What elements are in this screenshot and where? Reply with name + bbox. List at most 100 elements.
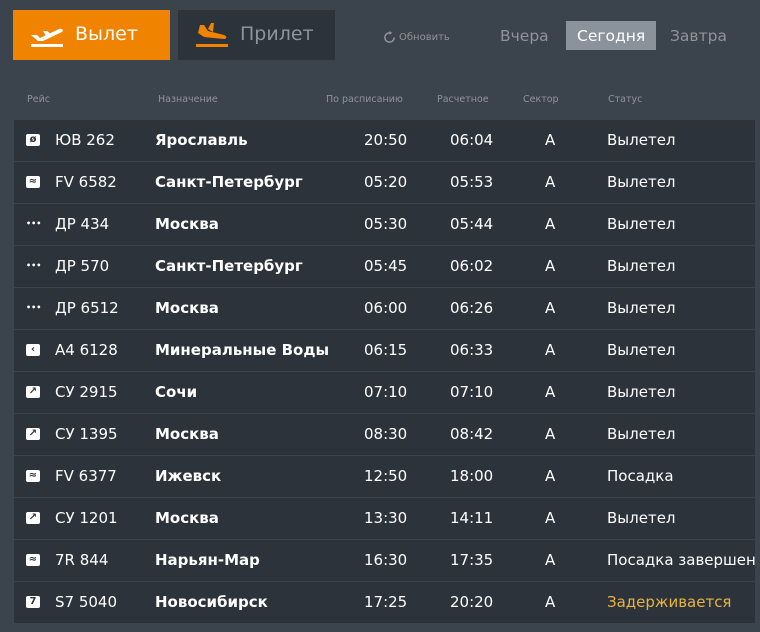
- column-sector: Сектор: [523, 94, 559, 105]
- arrival-plane-icon: [196, 23, 228, 47]
- scheduled-time: 05:30: [364, 215, 408, 233]
- flight-row[interactable]: ‹ А4 6128 Минеральные Воды 06:15 06:33 А Вылет…: [14, 330, 755, 371]
- flight-number: FV 6582: [55, 173, 117, 191]
- wing-icon: ↗: [26, 386, 40, 398]
- flight-number: СУ 1395: [55, 425, 118, 443]
- flight-number: 7R 844: [55, 551, 109, 569]
- scheduled-time: 06:00: [364, 299, 408, 317]
- flight-status: Вылетел: [607, 383, 676, 401]
- wing-icon-glyph: ↗: [28, 512, 38, 523]
- destination: Ижевск: [155, 467, 222, 485]
- flight-row[interactable]: ••• ДР 570 Санкт-Петербург 05:45 06:02 А Вылет…: [14, 246, 755, 287]
- estimated-time: 18:00: [450, 467, 494, 485]
- estimated-time: 17:35: [450, 551, 494, 569]
- day-today[interactable]: Сегодня: [566, 21, 657, 50]
- scheduled-time: 16:30: [364, 551, 408, 569]
- sector: А: [545, 383, 556, 401]
- estimated-time: 20:20: [450, 593, 494, 611]
- column-destination: Назначение: [158, 94, 218, 105]
- day-tomorrow[interactable]: Завтра: [670, 27, 727, 45]
- day-yesterday[interactable]: Вчера: [500, 27, 549, 45]
- destination: Москва: [155, 215, 219, 233]
- flight-number: СУ 2915: [55, 383, 118, 401]
- flight-row[interactable]: ••• ДР 6512 Москва 06:00 06:26 А Вылетел: [14, 288, 755, 329]
- chevron-icon: ‹: [26, 344, 40, 356]
- flight-status: Посадка завершен: [607, 551, 755, 569]
- bird-icon: ≈: [26, 554, 40, 566]
- swirl-icon-glyph: ≈: [28, 470, 38, 481]
- scheduled-time: 05:20: [364, 173, 408, 191]
- estimated-time: 05:53: [450, 173, 494, 191]
- sector: А: [545, 215, 556, 233]
- column-flight: Рейс: [27, 94, 50, 105]
- column-estimated: Расчетное: [437, 94, 489, 105]
- top-bar: Вылет Прилет Обновить Вчера Сегодня Завт…: [0, 0, 760, 74]
- sector: А: [545, 551, 556, 569]
- sector: А: [545, 509, 556, 527]
- refresh-button[interactable]: Обновить: [383, 31, 450, 44]
- scheduled-time: 13:30: [364, 509, 408, 527]
- destination: Минеральные Воды: [155, 341, 330, 359]
- dots-icon-glyph: •••: [26, 261, 42, 270]
- estimated-time: 06:02: [450, 257, 494, 275]
- sector: А: [545, 131, 556, 149]
- flight-status: Вылетел: [607, 215, 676, 233]
- sector: А: [545, 257, 556, 275]
- flight-row[interactable]: ø ЮВ 262 Ярославль 20:50 06:04 А Вылетел: [14, 120, 755, 161]
- dots-icon: •••: [26, 260, 42, 272]
- refresh-icon: [384, 31, 395, 43]
- sector: А: [545, 341, 556, 359]
- chevron-icon-glyph: ‹: [30, 344, 36, 355]
- destination: Санкт-Петербург: [155, 257, 303, 275]
- s7-icon: 7: [26, 596, 40, 608]
- flight-number: СУ 1201: [55, 509, 118, 527]
- flight-number: ДР 434: [55, 215, 110, 233]
- swirl-icon-glyph: ≈: [28, 176, 38, 187]
- departure-plane-icon: [31, 28, 63, 47]
- destination: Москва: [155, 425, 219, 443]
- scheduled-time: 05:45: [364, 257, 408, 275]
- flight-row[interactable]: ••• ДР 434 Москва 05:30 05:44 А Вылетел: [14, 204, 755, 245]
- flight-row[interactable]: ≈7R 844 Нарьян-Мар 16:30 17:35 А Посадка заве…: [14, 540, 755, 581]
- estimated-time: 06:04: [450, 131, 494, 149]
- flight-row[interactable]: ↗ СУ 1395 Москва 08:30 08:42 А Вылетел: [14, 414, 755, 455]
- tab-departures[interactable]: Вылет: [13, 10, 170, 60]
- flight-row[interactable]: ≈ FV 6582 Санкт-Петербург 05:20 05:53 А Вылете…: [14, 162, 755, 203]
- estimated-time: 08:42: [450, 425, 494, 443]
- flight-status: Посадка: [607, 467, 674, 485]
- destination: Москва: [155, 299, 219, 317]
- table-header: Рейс Назначение По расписанию Расчетное …: [0, 94, 760, 110]
- column-scheduled: По расписанию: [326, 94, 403, 105]
- flight-status: Вылетел: [607, 257, 676, 275]
- flight-list: ø ЮВ 262 Ярославль 20:50 06:04 А Вылетел ≈ FV 6…: [14, 120, 755, 624]
- wing-icon: ↗: [26, 512, 40, 524]
- sector: А: [545, 173, 556, 191]
- refresh-label: Обновить: [399, 32, 450, 43]
- wing-icon-glyph: ↗: [28, 386, 38, 397]
- scheduled-time: 20:50: [364, 131, 408, 149]
- flight-row[interactable]: ↗ СУ 1201 Москва 13:30 14:11 А Вылетел: [14, 498, 755, 539]
- destination: Нарьян-Мар: [155, 551, 260, 569]
- flight-number: ДР 6512: [55, 299, 119, 317]
- estimated-time: 06:26: [450, 299, 494, 317]
- destination: Москва: [155, 509, 219, 527]
- flight-number: ДР 570: [55, 257, 110, 275]
- scheduled-time: 07:10: [364, 383, 408, 401]
- flight-number: FV 6377: [55, 467, 117, 485]
- flight-row[interactable]: 7 S7 5040 Новосибирск 17:25 20:20 А Задерживае…: [14, 582, 755, 623]
- flight-status: Вылетел: [607, 299, 676, 317]
- column-status: Статус: [608, 94, 643, 105]
- flight-row[interactable]: ↗ СУ 2915 Сочи 07:10 07:10 А Вылетел: [14, 372, 755, 413]
- wing-icon: ↗: [26, 428, 40, 440]
- tab-arrivals-label: Прилет: [240, 23, 314, 45]
- destination: Санкт-Петербург: [155, 173, 303, 191]
- flight-number: А4 6128: [55, 341, 118, 359]
- tab-arrivals[interactable]: Прилет: [178, 10, 335, 60]
- dots-icon-glyph: •••: [26, 303, 42, 312]
- scheduled-time: 17:25: [364, 593, 408, 611]
- dots-icon-glyph: •••: [26, 219, 42, 228]
- flight-row[interactable]: ≈ FV 6377 Ижевск 12:50 18:00 А Посадка: [14, 456, 755, 497]
- estimated-time: 06:33: [450, 341, 494, 359]
- flight-status: Вылетел: [607, 341, 676, 359]
- circle-slash-icon-glyph: ø: [29, 134, 37, 145]
